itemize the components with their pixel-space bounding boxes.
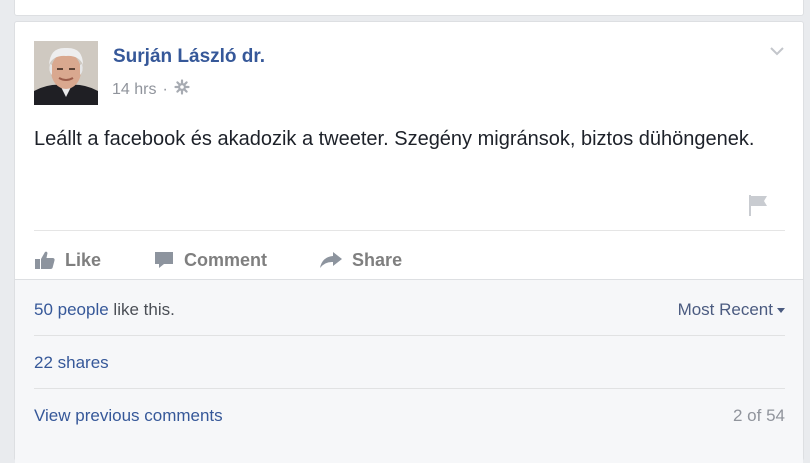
caret-down-icon: [777, 307, 785, 313]
divider: [34, 230, 785, 231]
share-button[interactable]: Share: [319, 250, 402, 271]
action-bar: Like Comment Share: [34, 241, 454, 279]
feedback-section: 50 people like this. Most Recent 22 shar…: [15, 279, 803, 463]
meta-separator: ·: [162, 80, 168, 98]
comment-icon: [155, 252, 174, 268]
share-label: Share: [352, 249, 403, 270]
chevron-down-icon[interactable]: [769, 44, 785, 56]
comment-pager-count: 2 of 54: [733, 406, 785, 425]
comment-button[interactable]: Comment: [153, 250, 267, 271]
post-meta: 14 hrs ·: [112, 79, 190, 100]
divider: [34, 388, 785, 389]
shares-row: 22 shares: [34, 337, 785, 389]
share-arrow-icon: [320, 252, 343, 268]
likes-summary: 50 people like this.: [34, 300, 175, 320]
gear-icon[interactable]: [174, 79, 190, 100]
feed-story: Surján László dr. 14 hrs · Leállt a face…: [14, 21, 804, 463]
view-previous-comments-link[interactable]: View previous comments: [34, 406, 223, 426]
comment-label: Comment: [184, 249, 268, 270]
post-timestamp[interactable]: 14 hrs: [112, 81, 156, 99]
thumbs-up-icon: [35, 251, 55, 269]
flag-icon[interactable]: [747, 193, 769, 217]
post-message: Leállt a facebook és akadozik a tweeter.…: [34, 128, 755, 150]
previous-story-card: [14, 0, 804, 16]
avatar[interactable]: [34, 41, 98, 105]
like-button[interactable]: Like: [34, 250, 101, 271]
sort-label: Most Recent: [677, 300, 773, 319]
likes-suffix: like this.: [108, 300, 175, 319]
shares-link[interactable]: 22 shares: [34, 353, 109, 373]
sort-dropdown[interactable]: Most Recent: [678, 300, 785, 320]
likes-count-link[interactable]: 50 people: [34, 300, 109, 319]
divider: [34, 335, 785, 336]
comments-pager-row: View previous comments 2 of 54: [34, 390, 785, 442]
like-label: Like: [65, 249, 102, 270]
author-name[interactable]: Surján László dr.: [113, 46, 265, 68]
likes-row: 50 people like this. Most Recent: [34, 284, 785, 336]
